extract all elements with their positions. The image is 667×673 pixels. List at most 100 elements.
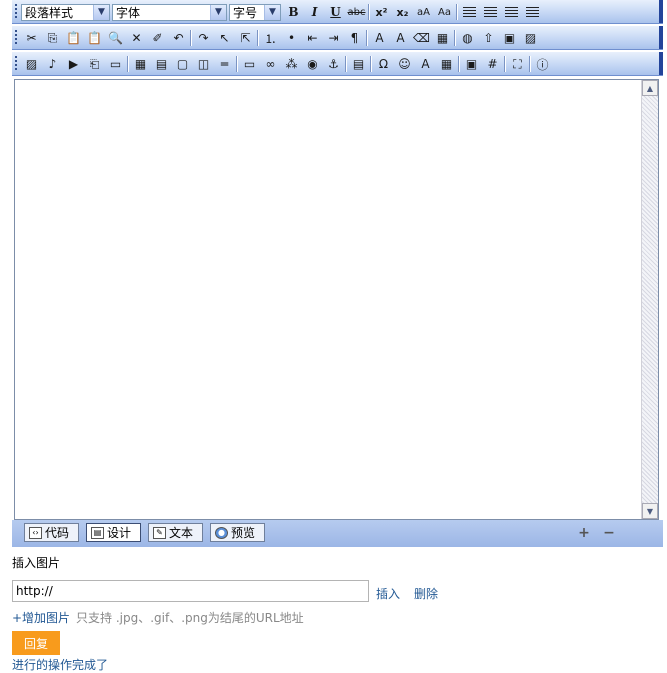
add-image-link[interactable]: +增加图片: [12, 609, 70, 626]
tab-text[interactable]: ✎ 文本: [148, 523, 203, 542]
editor-content-area[interactable]: ▲ ▼: [14, 79, 659, 520]
select-all-button[interactable]: ⇱: [235, 28, 256, 48]
image-button[interactable]: ▨: [520, 28, 541, 48]
hr-button[interactable]: ═: [214, 54, 235, 74]
align-right-button[interactable]: [501, 2, 522, 22]
link-button[interactable]: ∞: [260, 54, 281, 74]
outdent-icon: ⇤: [307, 31, 318, 45]
frame-button[interactable]: ◫: [193, 54, 214, 74]
undo-icon: ↶: [173, 31, 184, 45]
paragraph-button[interactable]: ¶: [344, 28, 365, 48]
paste-text-button[interactable]: 📋: [84, 28, 105, 48]
clean-button[interactable]: ✐: [147, 28, 168, 48]
template-button[interactable]: ▤: [151, 54, 172, 74]
toolbar-separator: [236, 56, 238, 72]
align-left-button[interactable]: [459, 2, 480, 22]
lowercase-button[interactable]: aA: [413, 2, 434, 22]
redo-icon: ↷: [198, 31, 209, 45]
new-page-button[interactable]: ▭: [105, 54, 126, 74]
copy-button[interactable]: ⎘: [42, 28, 63, 48]
uppercase-button[interactable]: Aa: [434, 2, 455, 22]
chevron-down-icon[interactable]: ▼: [264, 4, 280, 20]
underline-button[interactable]: U: [325, 2, 346, 22]
eraser-button[interactable]: ⌫: [411, 28, 432, 48]
tab-preview[interactable]: ● 预览: [210, 523, 265, 542]
fullscreen-button[interactable]: ⛶: [507, 54, 528, 74]
delete-link[interactable]: 删除: [414, 585, 438, 602]
insert-link[interactable]: 插入: [376, 585, 400, 602]
template-icon: ▤: [155, 57, 168, 71]
globe-icon: ◍: [462, 31, 473, 45]
about-button[interactable]: ⓘ: [532, 54, 553, 74]
tab-code[interactable]: ‹› 代码: [24, 523, 79, 542]
tab-code-label: 代码: [45, 526, 70, 540]
forecolor-button[interactable]: A: [369, 28, 390, 48]
delete-button[interactable]: ✕: [126, 28, 147, 48]
emoticon-button[interactable]: ☺: [394, 54, 415, 74]
excel-button[interactable]: ▦: [436, 54, 457, 74]
globe-button[interactable]: ◍: [457, 28, 478, 48]
grid-button[interactable]: #: [482, 54, 503, 74]
date-button[interactable]: ▤: [348, 54, 369, 74]
toolbar-grip[interactable]: [15, 30, 17, 45]
chevron-down-icon[interactable]: ▼: [93, 4, 109, 20]
rich-text-editor: 段落样式 ▼ 字体 ▼ 字号 ▼ B I U abc x² x₂ aA Aa ✂…: [12, 0, 663, 547]
insert-video-button[interactable]: ▶: [63, 54, 84, 74]
superscript-button[interactable]: x²: [371, 2, 392, 22]
toolbar-row-insert-items: ▨ ♪ ▶ ⎗ ▭ ▦ ▤ ▢ ◫ ═ ▭ ∞ ⁂ ◉ ⚓ ▤ Ω ☺ A ▦ ▣ # ⛶ ⓘ: [21, 52, 553, 76]
redo-button[interactable]: ↷: [193, 28, 214, 48]
font-button[interactable]: A: [415, 54, 436, 74]
vertical-scrollbar[interactable]: ▲ ▼: [641, 80, 658, 519]
unlink-button[interactable]: ⁂: [281, 54, 302, 74]
font-size-select[interactable]: 字号 ▼: [229, 3, 281, 21]
backcolor-button[interactable]: A: [390, 28, 411, 48]
paragraph-style-select[interactable]: 段落样式 ▼: [21, 3, 110, 21]
indent-button[interactable]: ⇥: [323, 28, 344, 48]
expand-editor-button[interactable]: +: [577, 525, 591, 541]
ordered-list-button[interactable]: ⒈: [260, 28, 281, 48]
align-justify-icon: [526, 6, 539, 18]
box-button[interactable]: ▢: [172, 54, 193, 74]
image-url-input[interactable]: [12, 580, 369, 602]
chevron-down-icon[interactable]: ▼: [210, 4, 226, 20]
flash-button[interactable]: ▣: [499, 28, 520, 48]
find-button[interactable]: 🔍: [105, 28, 126, 48]
table-button[interactable]: ▦: [130, 54, 151, 74]
preview-button[interactable]: ▣: [461, 54, 482, 74]
scroll-down-button[interactable]: ▼: [642, 503, 658, 519]
subscript-button[interactable]: x₂: [392, 2, 413, 22]
align-center-button[interactable]: [480, 2, 501, 22]
undo-button[interactable]: ↶: [168, 28, 189, 48]
cut-button[interactable]: ✂: [21, 28, 42, 48]
outdent-button[interactable]: ⇤: [302, 28, 323, 48]
font-family-select[interactable]: 字体 ▼: [112, 3, 227, 21]
paste-button[interactable]: 📋: [63, 28, 84, 48]
strikethrough-button[interactable]: abc: [346, 2, 367, 22]
bold-button[interactable]: B: [283, 2, 304, 22]
upload-button[interactable]: ⇧: [478, 28, 499, 48]
preview-icon: ▣: [465, 57, 478, 71]
insert-image-label: 插入图片: [12, 556, 61, 570]
reply-button[interactable]: 回复: [12, 631, 60, 655]
align-justify-button[interactable]: [522, 2, 543, 22]
tab-text-label: 文本: [169, 526, 194, 540]
special-char-button[interactable]: Ω: [373, 54, 394, 74]
web-link-button[interactable]: ◉: [302, 54, 323, 74]
tab-design[interactable]: ▤ 设计: [86, 523, 141, 542]
shrink-editor-button[interactable]: −: [602, 525, 616, 541]
insert-image-icon: ▨: [25, 57, 38, 71]
unordered-list-button[interactable]: •: [281, 28, 302, 48]
form-button[interactable]: ▭: [239, 54, 260, 74]
toolbar-separator: [345, 56, 347, 72]
insert-media-button[interactable]: ♪: [42, 54, 63, 74]
attachment-button[interactable]: ⎗: [84, 54, 105, 74]
date-icon: ▤: [352, 57, 365, 71]
anchor-button[interactable]: ⚓: [323, 54, 344, 74]
toolbar-grip[interactable]: [15, 56, 17, 71]
italic-button[interactable]: I: [304, 2, 325, 22]
scroll-up-button[interactable]: ▲: [642, 80, 658, 96]
pointer-button[interactable]: ↖: [214, 28, 235, 48]
insert-image-button[interactable]: ▨: [21, 54, 42, 74]
toolbar-grip[interactable]: [15, 4, 17, 19]
table-props-button[interactable]: ▦: [432, 28, 453, 48]
